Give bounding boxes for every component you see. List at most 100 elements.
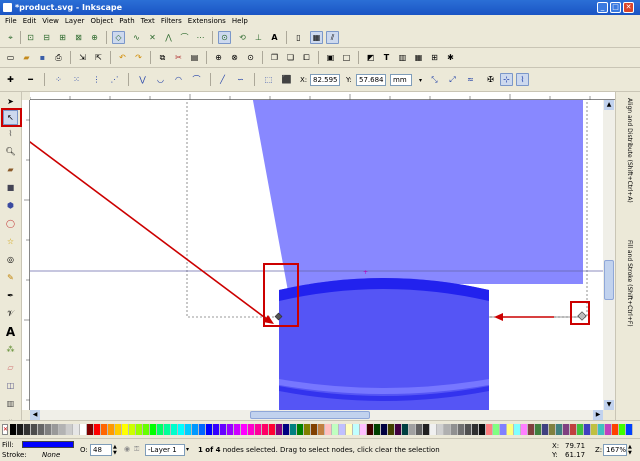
- scroll-left-icon[interactable]: ◀: [30, 410, 40, 420]
- print-icon[interactable]: ⎙: [52, 51, 65, 64]
- snap-intersection-icon[interactable]: ✕: [146, 31, 159, 44]
- vertical-ruler[interactable]: [22, 100, 30, 410]
- menu-filters[interactable]: Filters: [158, 15, 185, 28]
- symmetric-node-icon[interactable]: ◠: [172, 73, 185, 86]
- color-swatch[interactable]: [619, 424, 626, 435]
- color-swatch[interactable]: [150, 424, 157, 435]
- color-swatch[interactable]: [24, 424, 31, 435]
- edit-path-effect-icon[interactable]: ≈: [464, 73, 477, 86]
- color-swatch[interactable]: [374, 424, 381, 435]
- opacity-input[interactable]: 48: [90, 444, 112, 456]
- color-swatch[interactable]: [269, 424, 276, 435]
- color-swatch[interactable]: [276, 424, 283, 435]
- color-swatch[interactable]: [409, 424, 416, 435]
- dock-tab-fill-stroke[interactable]: Fill and Stroke (Shift+Ctrl+F): [626, 240, 633, 327]
- color-swatch[interactable]: [514, 424, 521, 435]
- color-swatch[interactable]: [388, 424, 395, 435]
- new-document-icon[interactable]: ▭: [4, 51, 17, 64]
- snap-cusp-icon[interactable]: ⋀: [162, 31, 175, 44]
- color-swatch[interactable]: [549, 424, 556, 435]
- snap-bbox-center-icon[interactable]: ⊕: [88, 31, 101, 44]
- snap-rotation-center-icon[interactable]: ⟲: [236, 31, 249, 44]
- group-icon[interactable]: ▣: [324, 51, 337, 64]
- color-swatch[interactable]: [318, 424, 325, 435]
- cusp-node-icon[interactable]: ⋁: [136, 73, 149, 86]
- color-swatch[interactable]: [472, 424, 479, 435]
- color-swatch[interactable]: [129, 424, 136, 435]
- color-swatch[interactable]: [157, 424, 164, 435]
- color-swatch[interactable]: [192, 424, 199, 435]
- dock-tab-align[interactable]: Align and Distribute (Shift+Ctrl+A): [626, 98, 633, 203]
- color-swatch[interactable]: [465, 424, 472, 435]
- zoom-drawing-icon[interactable]: ⊗: [228, 51, 241, 64]
- scroll-up-icon[interactable]: ▲: [604, 100, 614, 110]
- fill-stroke-icon[interactable]: ◩: [364, 51, 377, 64]
- menu-extensions[interactable]: Extensions: [185, 15, 229, 28]
- cut-icon[interactable]: ✂: [172, 51, 185, 64]
- color-swatch[interactable]: [381, 424, 388, 435]
- menu-path[interactable]: Path: [116, 15, 137, 28]
- show-mask-icon[interactable]: ⤢: [446, 73, 459, 86]
- color-swatch[interactable]: [451, 424, 458, 435]
- align-icon[interactable]: ⊞: [428, 51, 441, 64]
- smooth-node-icon[interactable]: ◡: [154, 73, 167, 86]
- spray-tool-icon[interactable]: ⁂: [3, 342, 18, 357]
- color-swatch[interactable]: [437, 424, 444, 435]
- object-to-path-icon[interactable]: ⬚: [262, 73, 275, 86]
- spiral-tool-icon[interactable]: ◎: [3, 252, 18, 267]
- snap-smooth-icon[interactable]: ⌒: [178, 31, 191, 44]
- color-swatch[interactable]: [563, 424, 570, 435]
- color-swatch[interactable]: [591, 424, 598, 435]
- color-swatch[interactable]: [290, 424, 297, 435]
- color-swatch[interactable]: [416, 424, 423, 435]
- zoom-selection-icon[interactable]: ⊕: [212, 51, 225, 64]
- layer-select[interactable]: -Layer 1: [145, 444, 185, 456]
- color-swatch[interactable]: [304, 424, 311, 435]
- color-swatch[interactable]: [52, 424, 59, 435]
- menu-edit[interactable]: Edit: [20, 15, 40, 28]
- color-swatch[interactable]: [248, 424, 255, 435]
- text-tool-icon[interactable]: A: [3, 324, 18, 339]
- color-swatch[interactable]: [10, 424, 17, 435]
- x-coordinate-input[interactable]: 82.595: [310, 74, 340, 86]
- color-swatch[interactable]: [521, 424, 528, 435]
- paste-icon[interactable]: ▤: [188, 51, 201, 64]
- break-path-icon[interactable]: ⁙: [70, 73, 83, 86]
- color-swatch[interactable]: [45, 424, 52, 435]
- eraser-tool-icon[interactable]: ▱: [3, 360, 18, 375]
- zoom-spinner-icon[interactable]: ▲ ▼: [628, 444, 636, 456]
- color-swatch[interactable]: [507, 424, 514, 435]
- zoom-tool-icon[interactable]: 🔍︎: [3, 144, 18, 159]
- calligraphy-tool-icon[interactable]: 𝒱: [3, 306, 18, 321]
- color-swatch[interactable]: [31, 424, 38, 435]
- horizontal-scrollbar[interactable]: ◀ ▶: [30, 410, 603, 420]
- menu-file[interactable]: File: [2, 15, 20, 28]
- color-swatch[interactable]: [206, 424, 213, 435]
- star-tool-icon[interactable]: ☆: [3, 234, 18, 249]
- color-swatch[interactable]: [171, 424, 178, 435]
- color-swatch[interactable]: [353, 424, 360, 435]
- maximize-button[interactable]: □: [610, 2, 621, 13]
- delete-segment-icon[interactable]: ⋰: [108, 73, 121, 86]
- ellipse-tool-icon[interactable]: ◯: [3, 216, 18, 231]
- vertical-scroll-thumb[interactable]: [604, 260, 614, 300]
- snap-bbox-midpoint-icon[interactable]: ⊠: [72, 31, 85, 44]
- color-swatch[interactable]: [360, 424, 367, 435]
- undo-icon[interactable]: ↶: [116, 51, 129, 64]
- insert-node-icon[interactable]: ✚: [4, 73, 17, 86]
- show-handles-icon[interactable]: ⊹: [500, 73, 513, 86]
- color-swatch[interactable]: [227, 424, 234, 435]
- xml-editor-icon[interactable]: ▦: [412, 51, 425, 64]
- chevron-down-icon[interactable]: ▾: [414, 74, 427, 87]
- preferences-icon[interactable]: ✱: [444, 51, 457, 64]
- color-swatch[interactable]: [612, 424, 619, 435]
- color-swatch[interactable]: [143, 424, 150, 435]
- snap-bbox-icon[interactable]: ⊡: [24, 31, 37, 44]
- color-swatch[interactable]: [136, 424, 143, 435]
- bucket-tool-icon[interactable]: ◫: [3, 378, 18, 393]
- color-swatch[interactable]: [220, 424, 227, 435]
- y-coordinate-input[interactable]: 57.684: [356, 74, 386, 86]
- color-swatch[interactable]: [283, 424, 290, 435]
- unit-select[interactable]: mm: [390, 74, 412, 86]
- snap-bbox-corner-icon[interactable]: ⊞: [56, 31, 69, 44]
